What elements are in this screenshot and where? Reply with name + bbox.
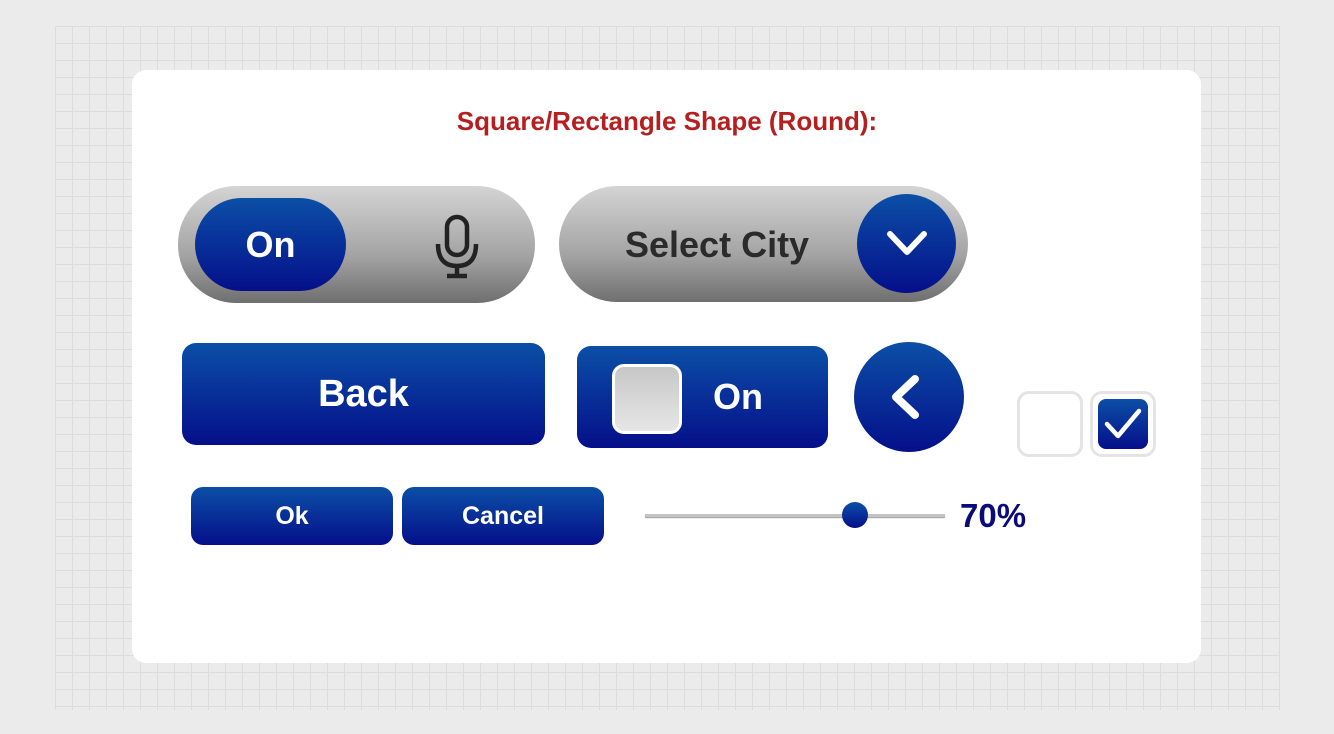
checkbox-checked[interactable] [1090, 391, 1156, 457]
slider-value: 70% [960, 497, 1027, 534]
cancel-button[interactable]: Cancel [402, 487, 604, 545]
toggle-thumb [612, 364, 682, 434]
slider-thumb[interactable] [842, 502, 868, 528]
select-city-dropdown[interactable]: Select City [559, 186, 968, 302]
section-title: Square/Rectangle Shape (Round): [456, 106, 878, 136]
checkbox-unchecked[interactable] [1017, 391, 1083, 457]
circle-back-button[interactable] [854, 342, 964, 452]
back-button[interactable]: Back [182, 343, 545, 445]
back-button-label: Back [318, 372, 409, 415]
square-toggle[interactable]: On [577, 346, 828, 448]
chevron-left-icon [888, 374, 924, 425]
select-city-label: Select City [625, 224, 810, 265]
dropdown-button[interactable] [857, 194, 956, 293]
checkbox-fill [1098, 399, 1148, 449]
slider-track [645, 514, 945, 517]
checkmark-icon [1103, 406, 1143, 447]
toggle-knob: On [195, 198, 346, 291]
chevron-down-icon [885, 228, 929, 265]
microphone-toggle[interactable]: On [178, 186, 535, 303]
cancel-button-label: Cancel [462, 501, 544, 530]
ok-button-label: Ok [275, 501, 309, 530]
ok-button[interactable]: Ok [191, 487, 393, 545]
microphone-icon [433, 214, 483, 285]
toggle-label: On [245, 223, 296, 265]
square-toggle-label: On [713, 376, 763, 417]
percentage-slider[interactable] [645, 495, 945, 535]
